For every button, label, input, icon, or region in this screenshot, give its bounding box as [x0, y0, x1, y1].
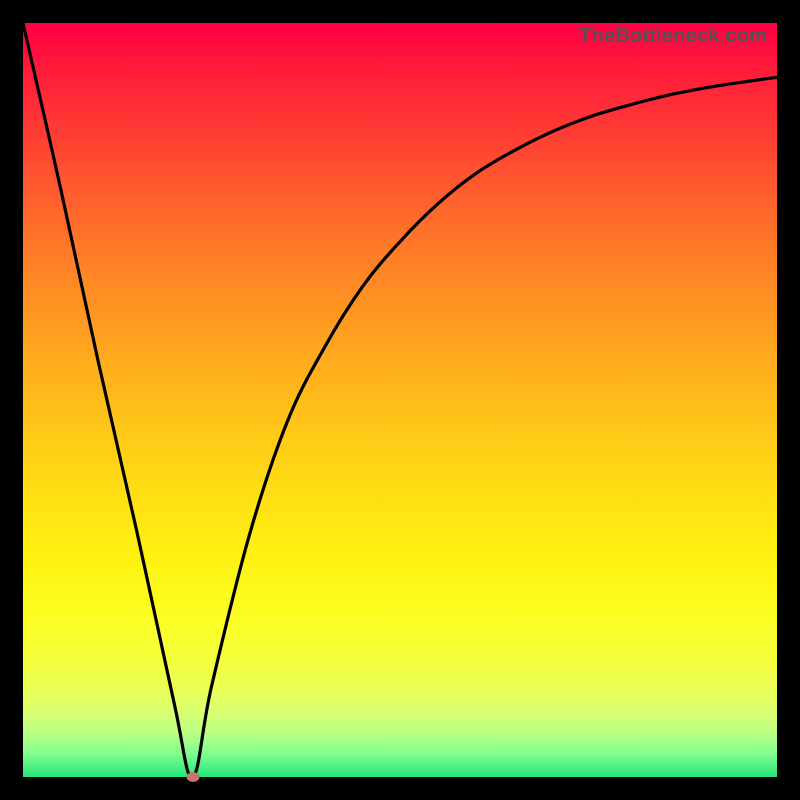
bottleneck-curve — [23, 23, 777, 777]
minimum-marker — [186, 772, 199, 782]
chart-frame: TheBottleneck.com — [0, 0, 800, 800]
plot-area: TheBottleneck.com — [23, 23, 777, 777]
